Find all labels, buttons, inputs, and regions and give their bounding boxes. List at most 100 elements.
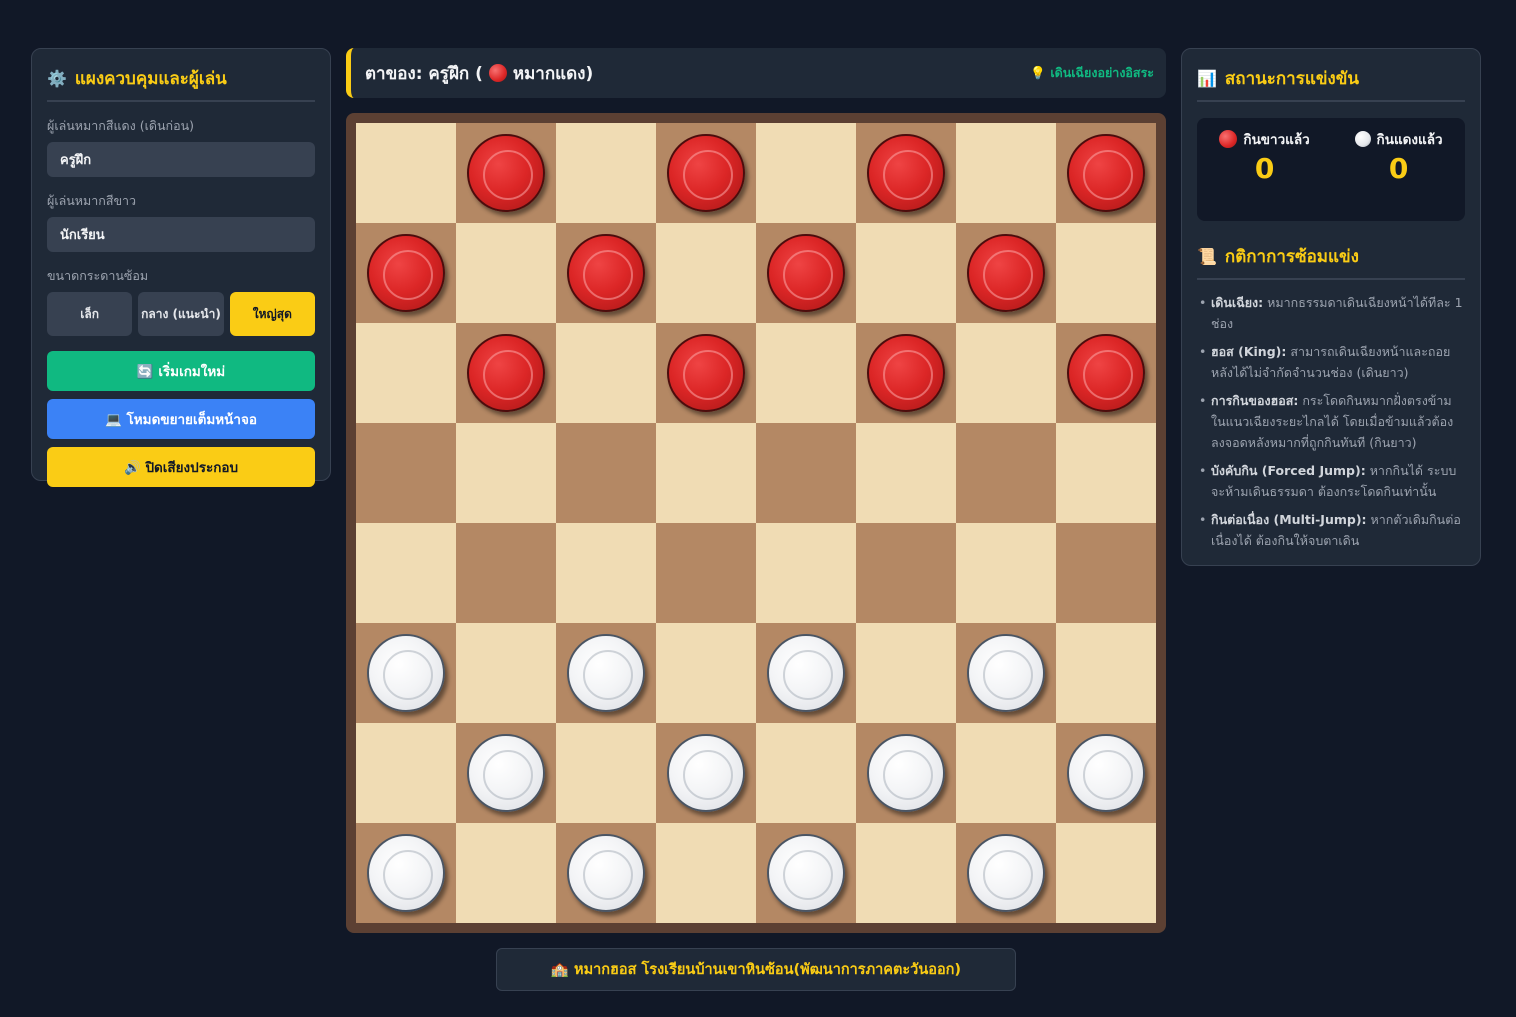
red-piece[interactable] (667, 334, 745, 412)
board-square-4-2 (556, 523, 656, 623)
red-piece[interactable] (467, 334, 545, 412)
rule-item: ฮอส (King): สามารถเดินเฉียงหน้าและถอยหลั… (1197, 341, 1465, 383)
board-square-7-0[interactable] (356, 823, 456, 923)
turn-text: ตาของ: ครูฝึก ( หมากแดง) (365, 60, 593, 87)
rule-term: บังคับกิน (Forced Jump): (1211, 463, 1366, 478)
board-square-1-4[interactable] (756, 223, 856, 323)
board-square-1-6[interactable] (956, 223, 1056, 323)
board-square-0-2 (556, 123, 656, 223)
board-square-7-6[interactable] (956, 823, 1056, 923)
white-score-label: กินแดงแล้ว (1376, 132, 1443, 148)
red-piece[interactable] (467, 134, 545, 212)
board-square-6-5[interactable] (856, 723, 956, 823)
board-square-0-3[interactable] (656, 123, 756, 223)
board-square-5-7 (1056, 623, 1156, 723)
white-piece[interactable] (667, 734, 745, 812)
red-piece[interactable] (667, 134, 745, 212)
board-square-3-2[interactable] (556, 423, 656, 523)
white-piece[interactable] (867, 734, 945, 812)
board-square-0-5[interactable] (856, 123, 956, 223)
board-square-4-5[interactable] (856, 523, 956, 623)
board-square-0-6 (956, 123, 1056, 223)
red-piece[interactable] (867, 334, 945, 412)
board-square-2-3[interactable] (656, 323, 756, 423)
fullscreen-button[interactable]: 💻 โหมดขยายเต็มหน้าจอ (47, 399, 315, 439)
white-player-input[interactable] (47, 217, 315, 252)
board-square-4-1[interactable] (456, 523, 556, 623)
board-size-large-button[interactable]: ใหญ่สุด (229, 292, 315, 336)
board-square-4-6 (956, 523, 1056, 623)
board-square-2-1[interactable] (456, 323, 556, 423)
status-panel-title: 📊 สถานะการแข่งขัน (1197, 65, 1465, 102)
board-square-0-7[interactable] (1056, 123, 1156, 223)
white-player-label: ผู้เล่นหมากสีขาว (47, 193, 137, 208)
white-piece[interactable] (367, 834, 445, 912)
board-square-6-2 (556, 723, 656, 823)
board-square-6-3[interactable] (656, 723, 756, 823)
board-square-1-7 (1056, 223, 1156, 323)
rule-item: บังคับกิน (Forced Jump): หากกินได้ ระบบจ… (1197, 460, 1465, 502)
red-piece-icon (1219, 130, 1238, 148)
board-square-5-5 (856, 623, 956, 723)
rule-term: กินต่อเนื่อง (Multi-Jump): (1211, 512, 1367, 527)
white-piece[interactable] (367, 634, 445, 712)
move-hint: 💡 เดินเฉียงอย่างอิสระ (1030, 65, 1154, 80)
red-piece[interactable] (367, 234, 445, 312)
board-square-1-0[interactable] (356, 223, 456, 323)
white-piece[interactable] (967, 834, 1045, 912)
scroll-icon: 📜 (1197, 247, 1217, 266)
board-square-3-7 (1056, 423, 1156, 523)
red-player-input[interactable] (47, 142, 315, 177)
red-piece[interactable] (1067, 334, 1145, 412)
board-square-6-1[interactable] (456, 723, 556, 823)
turn-indicator-bar: ตาของ: ครูฝึก ( หมากแดง) 💡 เดินเฉียงอย่า… (346, 48, 1166, 98)
board-square-0-4 (756, 123, 856, 223)
board-square-5-4[interactable] (756, 623, 856, 723)
white-piece[interactable] (767, 834, 845, 912)
board-square-0-1[interactable] (456, 123, 556, 223)
board-square-4-7[interactable] (1056, 523, 1156, 623)
board-square-6-0 (356, 723, 456, 823)
board-square-7-4[interactable] (756, 823, 856, 923)
red-piece[interactable] (767, 234, 845, 312)
board-square-1-2[interactable] (556, 223, 656, 323)
white-piece[interactable] (567, 834, 645, 912)
red-piece[interactable] (1067, 134, 1145, 212)
red-piece[interactable] (567, 234, 645, 312)
white-piece[interactable] (567, 634, 645, 712)
board-square-2-0 (356, 323, 456, 423)
board-square-2-5[interactable] (856, 323, 956, 423)
board-square-3-4[interactable] (756, 423, 856, 523)
rule-term: เดินเฉียง: (1211, 295, 1264, 310)
board-square-5-3 (656, 623, 756, 723)
control-panel-title-text: แผงควบคุมและผู้เล่น (74, 69, 227, 89)
new-game-button[interactable]: 🔄 เริ่มเกมใหม่ (47, 351, 315, 391)
white-piece[interactable] (1067, 734, 1145, 812)
rules-list: เดินเฉียง: หมากธรรมดาเดินเฉียงหน้าได้ทีล… (1197, 292, 1465, 551)
board-square-5-6[interactable] (956, 623, 1056, 723)
board-square-3-0[interactable] (356, 423, 456, 523)
control-panel-title: ⚙️ แผงควบคุมและผู้เล่น (47, 65, 315, 102)
board-square-3-6[interactable] (956, 423, 1056, 523)
rules-title: 📜 กติกาการซ้อมแข่ง (1197, 243, 1465, 280)
board-square-1-3 (656, 223, 756, 323)
white-piece[interactable] (967, 634, 1045, 712)
board-square-6-7[interactable] (1056, 723, 1156, 823)
board-square-7-5 (856, 823, 956, 923)
board-square-7-2[interactable] (556, 823, 656, 923)
board-square-6-6 (956, 723, 1056, 823)
control-panel: ⚙️ แผงควบคุมและผู้เล่น ผู้เล่นหมากสีแดง … (31, 48, 331, 487)
rule-item: การกินของฮอส: กระโดดกินหมากฝั่งตรงข้ามใน… (1197, 390, 1465, 453)
white-piece[interactable] (767, 634, 845, 712)
red-piece[interactable] (967, 234, 1045, 312)
red-piece[interactable] (867, 134, 945, 212)
board-size-small-button[interactable]: เล็ก (47, 292, 133, 336)
board-square-4-3[interactable] (656, 523, 756, 623)
mute-sound-button[interactable]: 🔊 ปิดเสียงประกอบ (47, 447, 315, 487)
board-square-6-4 (756, 723, 856, 823)
board-square-5-2[interactable] (556, 623, 656, 723)
white-piece[interactable] (467, 734, 545, 812)
board-square-5-0[interactable] (356, 623, 456, 723)
board-size-medium-button[interactable]: กลาง (แนะนำ) (138, 292, 224, 336)
board-square-2-7[interactable] (1056, 323, 1156, 423)
